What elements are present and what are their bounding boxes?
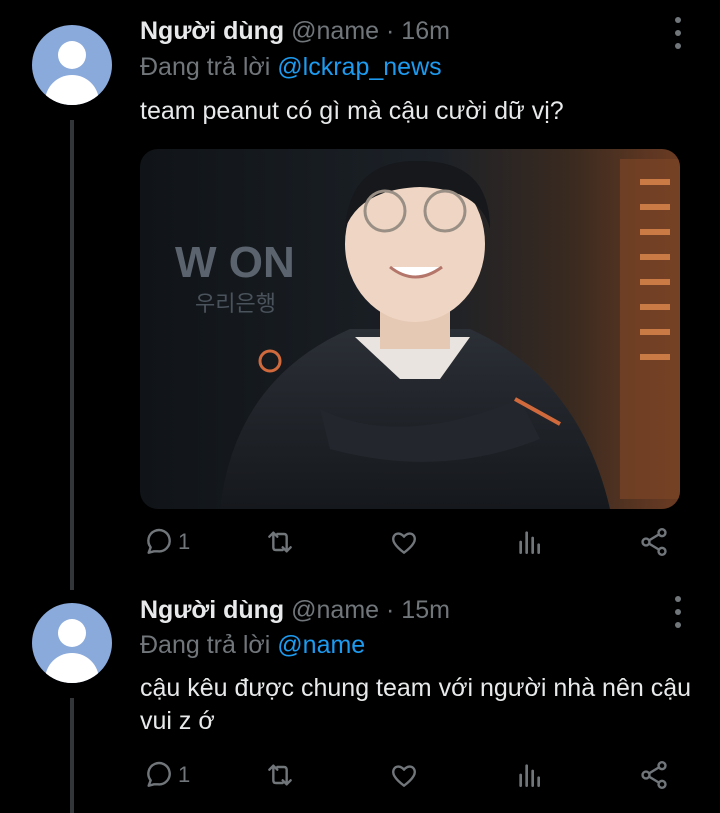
- timestamp[interactable]: 16m: [401, 17, 450, 45]
- views-icon: [519, 764, 540, 787]
- thread-line: [70, 120, 74, 590]
- separator: ·: [386, 596, 395, 624]
- avatar-body-shape: [45, 653, 99, 683]
- share-icon: [641, 528, 667, 556]
- share-button[interactable]: [638, 757, 670, 793]
- retweet-icon: [268, 764, 292, 786]
- reply-count: 1: [178, 529, 191, 554]
- replying-to: Đang trả lời @name: [140, 631, 365, 660]
- handle[interactable]: @name: [291, 596, 379, 624]
- mention-link[interactable]: @lckrap_news: [277, 53, 441, 81]
- background-sign-subtext: 우리은행: [195, 292, 276, 317]
- reply-button[interactable]: 1: [142, 757, 190, 793]
- reply-count: 1: [178, 762, 191, 787]
- handle[interactable]: @name: [291, 17, 379, 45]
- replying-to: Đang trả lời @lckrap_news: [140, 53, 442, 82]
- avatar-body-shape: [45, 75, 99, 105]
- avatar-head-shape: [58, 619, 86, 647]
- mention-link[interactable]: @name: [277, 631, 365, 659]
- like-button[interactable]: [388, 524, 420, 560]
- retweet-button[interactable]: [264, 524, 296, 560]
- more-options-icon[interactable]: [668, 17, 688, 49]
- tweet-header: Người dùng @name · 16m: [140, 17, 450, 46]
- retweet-button[interactable]: [264, 757, 296, 793]
- display-name[interactable]: Người dùng: [140, 596, 284, 624]
- thread-line: [70, 698, 74, 813]
- replying-to-label: Đang trả lời: [140, 631, 271, 659]
- retweet-icon: [268, 531, 292, 553]
- tweet-1[interactable]: Người dùng @name · 16m Đang trả lời @lck…: [0, 0, 720, 590]
- tweet-actions: 1: [140, 757, 680, 793]
- timestamp[interactable]: 15m: [401, 596, 450, 624]
- tweet-2[interactable]: Người dùng @name · 15m Đang trả lời @nam…: [0, 590, 720, 813]
- tweet-header: Người dùng @name · 15m: [140, 596, 450, 625]
- avatar[interactable]: [32, 25, 112, 105]
- views-button[interactable]: [514, 524, 546, 560]
- replying-to-label: Đang trả lời: [140, 53, 271, 81]
- tweet-text: team peanut có gì mà cậu cười dữ vị?: [140, 97, 564, 125]
- separator: ·: [386, 17, 395, 45]
- tweet-text: cậu kêu được chung team với người nhà nê…: [140, 674, 692, 735]
- display-name[interactable]: Người dùng: [140, 17, 284, 45]
- reply-button[interactable]: 1: [142, 524, 190, 560]
- avatar[interactable]: [32, 603, 112, 683]
- reply-icon: [147, 528, 171, 554]
- tweet-actions: 1: [140, 524, 680, 560]
- like-button[interactable]: [388, 757, 420, 793]
- more-options-icon[interactable]: [668, 596, 688, 628]
- views-button[interactable]: [514, 757, 546, 793]
- background-sign-text: W ON: [175, 238, 295, 287]
- reply-icon: [147, 761, 171, 787]
- photo-illustration: W ON 우리은행: [140, 149, 680, 509]
- like-icon: [392, 532, 416, 554]
- tweet-image[interactable]: W ON 우리은행: [140, 149, 680, 509]
- share-button[interactable]: [638, 524, 670, 560]
- like-icon: [392, 765, 416, 787]
- views-icon: [519, 531, 540, 554]
- share-icon: [641, 761, 667, 789]
- avatar-head-shape: [58, 41, 86, 69]
